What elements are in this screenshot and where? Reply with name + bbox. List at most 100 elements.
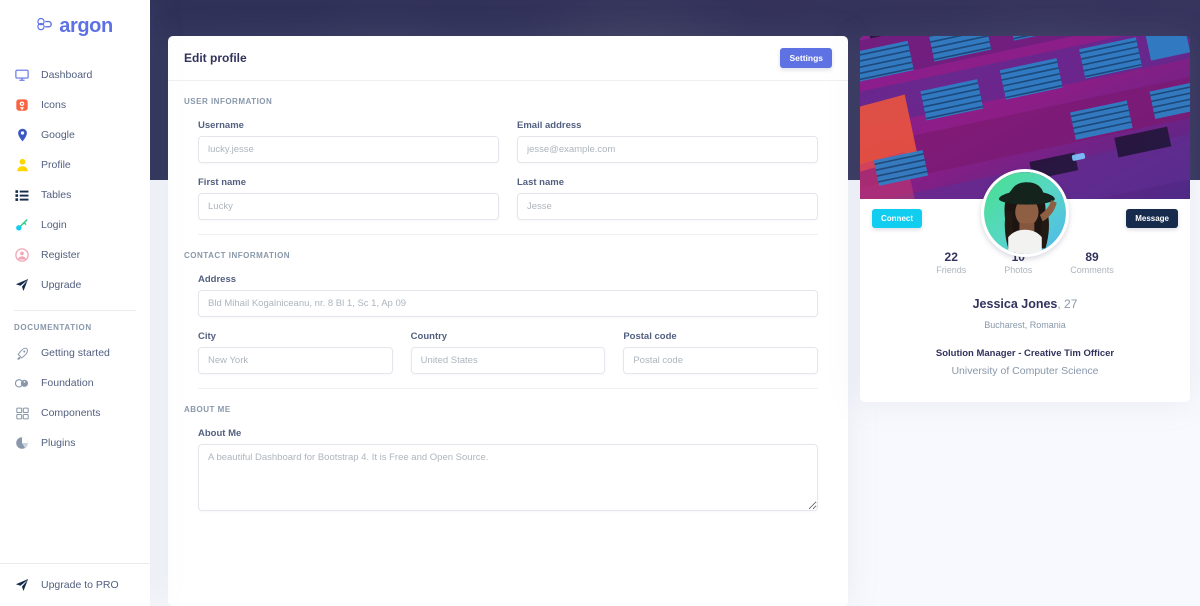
field-group-city: City (198, 331, 393, 374)
sidebar-item-foundation[interactable]: Foundation (0, 368, 150, 398)
edit-profile-card: Edit profile Settings USER INFORMATION U… (168, 36, 848, 606)
sidebar-item-label: Upgrade (41, 279, 81, 291)
avatar-image (984, 172, 1066, 254)
sidebar-item-label: Login (41, 219, 67, 231)
email-input[interactable] (517, 136, 818, 163)
address-input[interactable] (198, 290, 818, 317)
stat-label: Photos (1004, 265, 1032, 275)
sidebar-item-plugins[interactable]: Plugins (0, 428, 150, 458)
about-me-label: About Me (198, 428, 818, 439)
sidebar-item-components[interactable]: Components (0, 398, 150, 428)
field-group-postal-code: Postal code (623, 331, 818, 374)
tv-icon (14, 67, 30, 83)
sidebar-item-label: Getting started (41, 347, 110, 359)
pie-chart-icon (14, 435, 30, 451)
stat-value: 89 (1070, 250, 1114, 264)
sidebar-item-label: Dashboard (41, 69, 92, 81)
sidebar-item-icons[interactable]: Icons (0, 90, 150, 120)
sidebar-item-register[interactable]: Register (0, 240, 150, 270)
section-divider (198, 388, 818, 389)
stat-label: Friends (936, 265, 966, 275)
sidebar-item-getting-started[interactable]: Getting started (0, 338, 150, 368)
profile-job-title: Solution Manager - Creative Tim Officer (860, 348, 1190, 359)
sidebar-item-label: Plugins (41, 437, 75, 449)
username-input[interactable] (198, 136, 499, 163)
settings-button[interactable]: Settings (780, 48, 832, 68)
pin-icon (14, 97, 30, 113)
contact-information-heading: CONTACT INFORMATION (184, 251, 832, 260)
sidebar-footer: Upgrade to PRO (0, 563, 150, 606)
address-label: Address (198, 274, 818, 285)
profile-location: Bucharest, Romania (860, 320, 1190, 330)
palette-icon (14, 375, 30, 391)
form-row-username-email: Username Email address (184, 120, 832, 163)
country-label: Country (411, 331, 606, 342)
grid-icon (14, 405, 30, 421)
bullet-list-icon (14, 187, 30, 203)
country-input[interactable] (411, 347, 606, 374)
postal-code-label: Postal code (623, 331, 818, 342)
sidebar-item-label: Components (41, 407, 101, 419)
last-name-input[interactable] (517, 193, 818, 220)
form-row-first-last-name: First name Last name (184, 177, 832, 220)
stat-label: Comments (1070, 265, 1114, 275)
form-row-about-me: About Me (184, 428, 832, 511)
field-group-username: Username (198, 120, 499, 163)
sidebar-item-profile[interactable]: Profile (0, 150, 150, 180)
email-label: Email address (517, 120, 818, 131)
section-divider (198, 234, 818, 235)
sidebar-section-heading: DOCUMENTATION (0, 311, 150, 338)
username-label: Username (198, 120, 499, 131)
sidebar-main-nav: Dashboard Icons Google (0, 46, 150, 458)
city-input[interactable] (198, 347, 393, 374)
sidebar-item-dashboard[interactable]: Dashboard (0, 60, 150, 90)
last-name-label: Last name (517, 177, 818, 188)
sidebar-item-google[interactable]: Google (0, 120, 150, 150)
argon-logo-icon (37, 17, 54, 36)
field-group-first-name: First name (198, 177, 499, 220)
sidebar-item-label: Register (41, 249, 80, 261)
card-body: USER INFORMATION Username Email address … (168, 81, 848, 511)
first-name-input[interactable] (198, 193, 499, 220)
brand-logo[interactable]: argon (0, 0, 150, 46)
profile-name: Jessica Jones (973, 297, 1058, 311)
sidebar-spacer (0, 458, 150, 563)
sidebar-item-label: Profile (41, 159, 71, 171)
profile-school: University of Computer Science (860, 365, 1190, 377)
profile-info: Jessica Jones, 27 Bucharest, Romania Sol… (860, 275, 1190, 377)
profile-age: , 27 (1057, 297, 1077, 311)
field-group-about-me: About Me (198, 428, 818, 511)
message-button[interactable]: Message (1126, 209, 1178, 228)
profile-name-row: Jessica Jones, 27 (860, 295, 1190, 313)
card-header: Edit profile Settings (168, 36, 848, 81)
sidebar-item-login[interactable]: Login (0, 210, 150, 240)
stat-comments: 89 Comments (1070, 250, 1114, 275)
about-me-textarea[interactable] (198, 444, 818, 511)
profile-card: Connect Message 22 Friends 10 Photos 89 … (860, 36, 1190, 402)
field-group-last-name: Last name (517, 177, 818, 220)
sidebar-item-upgrade[interactable]: Upgrade (0, 270, 150, 300)
paper-plane-icon (14, 277, 30, 293)
rocket-icon (14, 345, 30, 361)
sidebar-item-label: Foundation (41, 377, 94, 389)
circle-user-icon (14, 247, 30, 263)
first-name-label: First name (198, 177, 499, 188)
sidebar-item-label: Icons (41, 99, 66, 111)
key-icon (14, 217, 30, 233)
form-row-address: Address (184, 274, 832, 317)
sidebar-item-label: Google (41, 129, 75, 141)
sidebar-item-upgrade-to-pro[interactable]: Upgrade to PRO (0, 570, 150, 600)
about-me-heading: ABOUT ME (184, 405, 832, 414)
stat-friends: 22 Friends (936, 250, 966, 275)
form-row-city-country-postal: City Country Postal code (184, 331, 832, 374)
postal-code-input[interactable] (623, 347, 818, 374)
avatar[interactable] (981, 169, 1069, 257)
field-group-country: Country (411, 331, 606, 374)
user-information-heading: USER INFORMATION (184, 97, 832, 106)
sidebar: argon Dashboard Icons (0, 0, 150, 606)
sidebar-item-label: Upgrade to PRO (41, 579, 119, 591)
brand-name: argon (59, 15, 113, 38)
sidebar-item-label: Tables (41, 189, 71, 201)
sidebar-item-tables[interactable]: Tables (0, 180, 150, 210)
connect-button[interactable]: Connect (872, 209, 922, 228)
